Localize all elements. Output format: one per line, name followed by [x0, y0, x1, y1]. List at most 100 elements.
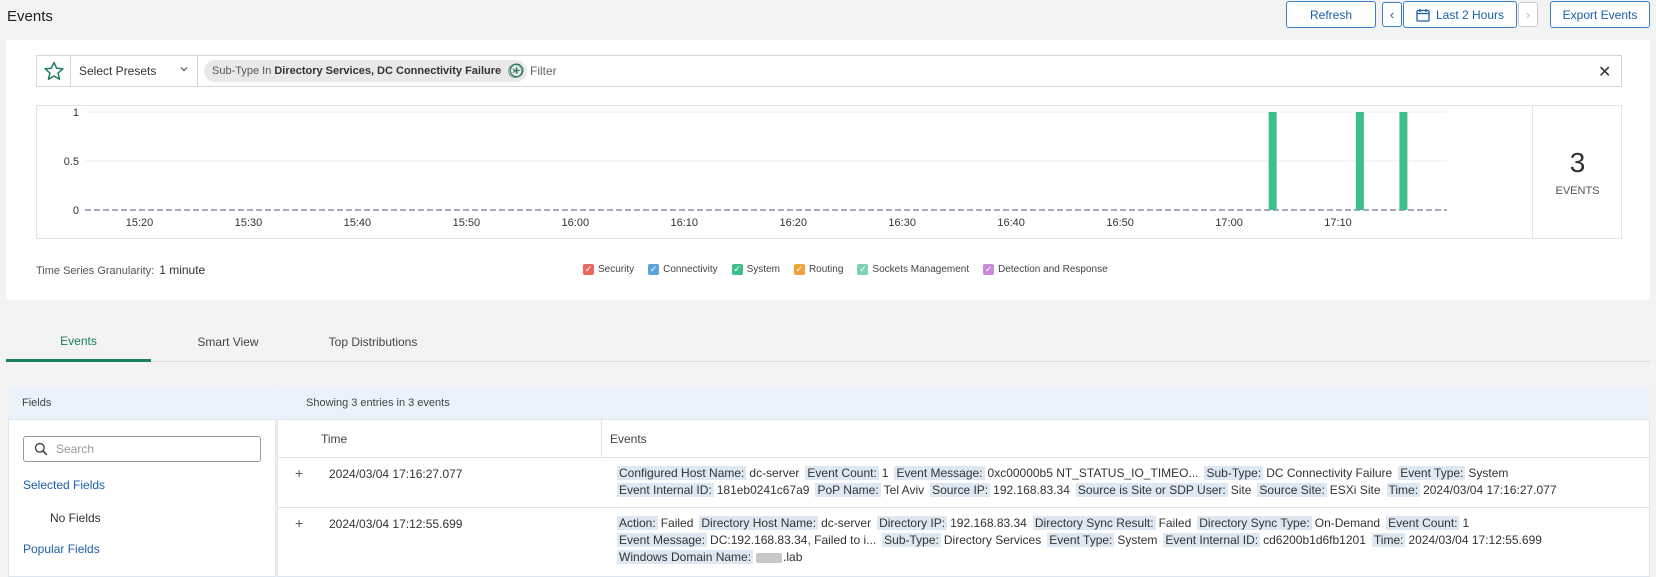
checkbox-icon[interactable]: ✓ [583, 264, 594, 275]
refresh-button[interactable]: Refresh [1286, 1, 1376, 28]
calendar-icon [1416, 8, 1430, 22]
filter-chip-value: Directory Services, DC Connectivity Fail… [274, 65, 502, 77]
event-field-value[interactable]: Failed [1159, 516, 1192, 530]
event-field-key[interactable]: Source is Site or SDP User: [1075, 483, 1228, 497]
legend-label: Detection and Response [998, 264, 1108, 275]
legend-item[interactable]: ✓ Connectivity [648, 264, 718, 275]
view-tabs: Events Smart View Top Distributions [6, 322, 1650, 362]
legend-item[interactable]: ✓ Detection and Response [983, 264, 1108, 275]
page-title: Events [7, 8, 53, 25]
checkbox-icon[interactable]: ✓ [648, 264, 660, 275]
event-field-value[interactable]: Directory Services [944, 533, 1041, 547]
tab-top-distributions[interactable]: Top Distributions [305, 322, 441, 362]
next-range-button[interactable]: › [1518, 2, 1538, 27]
column-header-events[interactable]: Events [602, 420, 1650, 457]
event-field-value[interactable]: ESXi Site [1330, 483, 1381, 497]
y-tick-label: 0 [73, 205, 79, 217]
expand-row-icon[interactable]: + [295, 515, 303, 531]
event-field-value[interactable]: 192.168.83.34 [950, 516, 1027, 530]
expand-row-icon[interactable]: + [295, 465, 303, 481]
event-field-key[interactable]: Directory Sync Type: [1197, 516, 1312, 530]
x-tick-label: 15:20 [126, 217, 154, 229]
time-range-label: Last 2 Hours [1435, 7, 1505, 22]
event-field-key[interactable]: Event Internal ID: [1163, 533, 1261, 547]
tab-events[interactable]: Events [6, 322, 151, 362]
event-field-value[interactable]: 192.168.83.34 [993, 483, 1070, 497]
legend-item[interactable]: ✓ Routing [793, 264, 843, 275]
event-field-value[interactable]: 2024/03/04 17:12:55.699 [1408, 533, 1541, 547]
event-field-key[interactable]: Windows Domain Name: [617, 550, 754, 564]
legend-label: Connectivity [663, 264, 718, 275]
filter-chip[interactable]: Sub-Type In Directory Services, DC Conne… [204, 60, 528, 82]
event-field-value[interactable]: cd6200b1d6fb1201 [1263, 533, 1366, 547]
clear-filters-icon[interactable]: ✕ [1598, 62, 1611, 82]
event-field-value[interactable]: 1 [1462, 516, 1469, 530]
selected-fields-link[interactable]: Selected Fields [23, 478, 105, 492]
checkbox-icon[interactable]: ✓ [857, 264, 869, 275]
no-fields-text: No Fields [50, 511, 101, 525]
event-field-key[interactable]: Time: [1386, 483, 1421, 497]
event-field-value[interactable]: DC Connectivity Failure [1266, 466, 1392, 480]
legend-item[interactable]: ✓ System [731, 264, 780, 275]
event-field-value[interactable]: 2024/03/04 17:16:27.077 [1423, 483, 1556, 497]
time-range-button[interactable]: Last 2 Hours [1403, 1, 1517, 28]
event-bar [1399, 112, 1408, 210]
field-search[interactable] [23, 436, 261, 462]
event-field-key[interactable]: Event Message: [617, 533, 708, 547]
event-field-value[interactable]: Tel Aviv [884, 483, 924, 497]
checkbox-icon[interactable]: ✓ [731, 264, 743, 275]
event-field-key[interactable]: Sub-Type: [1204, 466, 1264, 480]
fields-header: Fields [8, 387, 276, 420]
event-field-key[interactable]: Time: [1371, 533, 1406, 547]
legend-item[interactable]: ✓ Security [583, 264, 634, 275]
legend-item[interactable]: ✓ Sockets Management [857, 264, 969, 275]
event-field-value[interactable]: dc-server [821, 516, 871, 530]
event-field-value[interactable]: System [1117, 533, 1157, 547]
event-field-key[interactable]: Action: [617, 516, 658, 530]
event-field-key[interactable]: Event Count: [1386, 516, 1460, 530]
event-field-key[interactable]: Configured Host Name: [617, 466, 747, 480]
add-filter-button[interactable]: Filter [509, 63, 557, 78]
favorites-button[interactable] [37, 56, 71, 86]
event-field-value[interactable]: On-Demand [1315, 516, 1380, 530]
event-field-key[interactable]: Directory IP: [877, 516, 948, 530]
event-field-key[interactable]: Event Message: [894, 466, 985, 480]
event-field-value[interactable]: System [1468, 466, 1508, 480]
event-field-value[interactable]: .lab [783, 550, 802, 564]
event-field-key[interactable]: Sub-Type: [882, 533, 941, 547]
event-field-key[interactable]: Source Site: [1257, 483, 1327, 497]
event-field-key[interactable]: Event Type: [1047, 533, 1115, 547]
granularity-label: Time Series Granularity: [36, 265, 155, 277]
previous-range-button[interactable]: ‹ [1382, 2, 1402, 27]
event-field-value[interactable]: dc-server [749, 466, 799, 480]
event-field-value[interactable]: Failed [661, 516, 694, 530]
chart-legend: ✓ Security ✓ Connectivity ✓ System ✓ Routing ✓ So… [583, 264, 1108, 275]
event-bar [1268, 112, 1277, 210]
event-field-key[interactable]: Event Internal ID: [617, 483, 714, 497]
row-divider [277, 457, 1650, 458]
event-field-value[interactable]: DC:192.168.83.34, Failed to i... [710, 533, 876, 547]
event-field-key[interactable]: Directory Host Name: [699, 516, 819, 530]
tab-smart-view[interactable]: Smart View [151, 322, 305, 362]
x-tick-label: 15:50 [453, 217, 481, 229]
row-time: 2024/03/04 17:16:27.077 [329, 467, 463, 481]
granularity-value: 1 minute [159, 263, 206, 277]
chevron-down-icon [180, 67, 188, 72]
event-field-value[interactable]: 0xc00000b5 NT_STATUS_IO_TIMEO... [988, 466, 1199, 480]
column-header-time[interactable]: Time [277, 420, 602, 457]
x-tick-label: 16:40 [997, 217, 1025, 229]
event-field-key[interactable]: Event Count: [805, 466, 879, 480]
event-field-value[interactable]: 1 [882, 466, 889, 480]
field-search-input[interactable] [56, 442, 246, 456]
event-field-key[interactable]: Event Type: [1398, 466, 1466, 480]
event-field-key[interactable]: PoP Name: [815, 483, 881, 497]
event-field-key[interactable]: Directory Sync Result: [1032, 516, 1156, 530]
popular-fields-link[interactable]: Popular Fields [23, 542, 100, 556]
select-presets-dropdown[interactable]: Select Presets [72, 56, 198, 86]
event-field-key[interactable]: Source IP: [930, 483, 991, 497]
event-field-value[interactable]: Site [1231, 483, 1252, 497]
event-field-value[interactable]: 181eb0241c67a9 [717, 483, 810, 497]
export-events-button[interactable]: Export Events [1550, 1, 1650, 28]
checkbox-icon[interactable]: ✓ [793, 264, 805, 275]
checkbox-icon[interactable]: ✓ [983, 264, 995, 275]
